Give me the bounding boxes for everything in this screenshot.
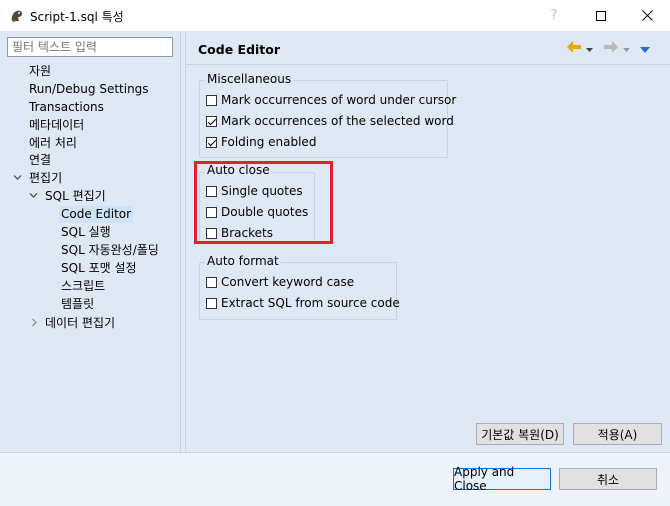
highlight-annotation	[194, 161, 333, 244]
tree-item-metadata[interactable]: 메타데이터	[29, 117, 84, 134]
mark-occurrences-cursor-checkbox[interactable]: Mark occurrences of word under cursor	[206, 91, 456, 109]
back-arrow-icon[interactable]	[566, 40, 582, 58]
folding-enabled-checkbox[interactable]: Folding enabled	[206, 133, 316, 151]
group-label: Miscellaneous	[205, 72, 294, 86]
page-title: Code Editor	[198, 42, 281, 57]
tree-item-sql-editor[interactable]: SQL 편집기	[45, 188, 106, 205]
tree-item-data-editor[interactable]: 데이터 편집기	[45, 315, 115, 332]
checkbox-label: Convert keyword case	[221, 275, 355, 289]
checkbox-box[interactable]	[206, 276, 217, 288]
checkbox-label: Mark occurrences of the selected word	[221, 114, 454, 128]
checkbox-label: Mark occurrences of word under cursor	[221, 93, 457, 107]
mark-occurrences-selected-checkbox[interactable]: Mark occurrences of the selected word	[206, 112, 454, 130]
tree-item-run-debug[interactable]: Run/Debug Settings	[29, 81, 149, 98]
chevron-down-icon[interactable]	[586, 41, 593, 57]
checkbox-label: Extract SQL from source code	[221, 296, 400, 310]
dbeaver-beaver-icon	[9, 8, 25, 24]
tree-item-connection[interactable]: 연결	[29, 152, 51, 169]
tree-item-editors[interactable]: 편집기	[29, 170, 62, 187]
history-nav	[566, 40, 650, 58]
help-button[interactable]: ?	[531, 0, 577, 31]
view-menu-icon[interactable]	[640, 41, 650, 57]
apply-and-close-button[interactable]: Apply and Close	[453, 465, 551, 493]
checkbox-label: Folding enabled	[221, 135, 317, 149]
chevron-down-icon[interactable]	[29, 191, 38, 203]
checkbox-box[interactable]	[206, 297, 217, 309]
checkbox-box[interactable]	[206, 94, 217, 106]
cancel-button[interactable]: 취소	[559, 468, 657, 490]
forward-arrow-icon[interactable]	[603, 40, 619, 58]
tree-item-transactions[interactable]: Transactions	[29, 99, 104, 116]
tree-item-sql-execute[interactable]: SQL 실행	[61, 224, 111, 241]
maximize-button[interactable]	[578, 0, 624, 31]
window-title: Script-1.sql 특성	[30, 10, 124, 24]
chevron-down-icon[interactable]	[623, 41, 630, 57]
tree-item-resource[interactable]: 자원	[29, 63, 51, 80]
tree-item-templates[interactable]: 템플릿	[61, 296, 94, 313]
checkbox-box[interactable]	[206, 136, 217, 148]
extract-sql-checkbox[interactable]: Extract SQL from source code	[206, 294, 400, 312]
tree-item-sql-completion[interactable]: SQL 자동완성/폴딩	[61, 242, 159, 259]
filter-input[interactable]	[7, 37, 173, 57]
restore-defaults-button[interactable]: 기본값 복원(D)	[476, 423, 564, 445]
tree-item-scripts[interactable]: 스크립트	[61, 278, 105, 295]
chevron-right-icon[interactable]	[30, 318, 39, 330]
chevron-down-icon[interactable]	[13, 173, 22, 185]
checkbox-box[interactable]	[206, 115, 217, 127]
group-label: Auto format	[205, 254, 281, 268]
tree-item-sql-format[interactable]: SQL 포맷 설정	[61, 260, 137, 277]
tree-item-code-editor[interactable]: Code Editor	[59, 206, 134, 223]
apply-button[interactable]: 적용(A)	[573, 423, 662, 445]
tree-item-error-handling[interactable]: 에러 처리	[29, 135, 77, 152]
convert-keyword-case-checkbox[interactable]: Convert keyword case	[206, 273, 354, 291]
close-button[interactable]	[624, 0, 670, 31]
